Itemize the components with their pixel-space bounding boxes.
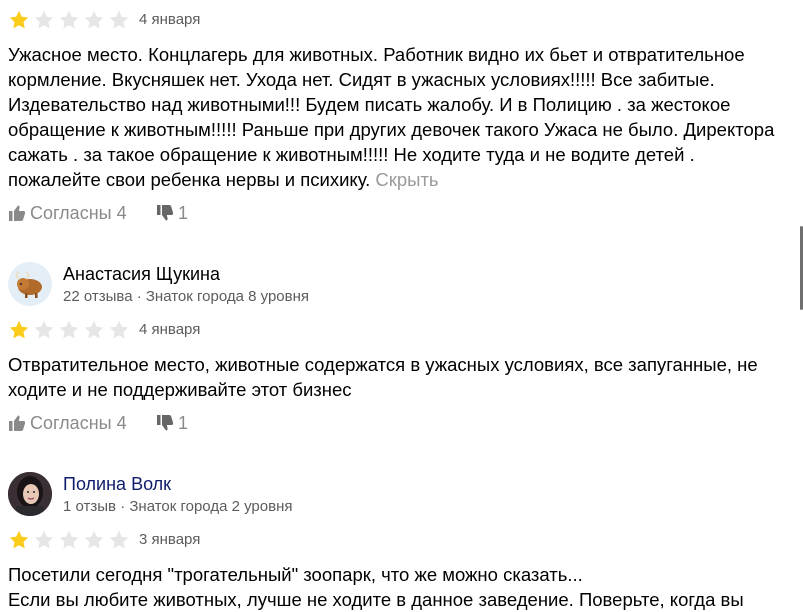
review-date: 3 января xyxy=(139,531,201,548)
thumbs-up-icon xyxy=(8,413,30,433)
review-date: 4 января xyxy=(139,11,201,28)
star-empty-icon xyxy=(108,9,130,31)
author-meta: 22 отзыва · Знаток города 8 уровня xyxy=(63,288,309,305)
disagree-count: 1 xyxy=(178,203,189,223)
review-author[interactable]: Полина Волк xyxy=(63,474,171,494)
review-text: Посетили сегодня "трогательный" зоопарк,… xyxy=(8,562,788,612)
star-empty-icon xyxy=(33,529,55,551)
author-meta: 1 отзыв · Знаток города 2 уровня xyxy=(63,498,293,515)
review-body-cut: Если вы любите животных, лучше не ходите… xyxy=(8,589,744,610)
thumbs-up-icon xyxy=(8,203,30,223)
thumbs-down-icon xyxy=(156,413,178,433)
star-filled-icon xyxy=(8,529,30,551)
review-author[interactable]: Анастасия Щукина xyxy=(63,264,220,284)
star-empty-icon xyxy=(83,319,105,341)
review-text: Отвратительное место, животные содержатс… xyxy=(8,352,788,402)
disagree-button[interactable]: 1 xyxy=(156,203,188,224)
review-body: Посетили сегодня "трогательный" зоопарк,… xyxy=(8,564,583,585)
user-photo-avatar[interactable] xyxy=(8,472,52,516)
disagree-button[interactable]: 1 xyxy=(156,413,188,434)
star-filled-icon xyxy=(8,319,30,341)
star-filled-icon xyxy=(8,9,30,31)
agree-label: Согласны 4 xyxy=(30,203,127,223)
review-actions: Согласны 4 1 xyxy=(8,203,308,225)
star-empty-icon xyxy=(83,529,105,551)
review-actions: Согласны 4 1 xyxy=(8,413,308,435)
rating-row: 3 января xyxy=(8,529,408,553)
star-empty-icon xyxy=(58,529,80,551)
review-header: Анастасия Щукина 22 отзыва · Знаток горо… xyxy=(8,262,708,308)
hide-review-link[interactable]: Скрыть xyxy=(375,169,438,190)
star-empty-icon xyxy=(83,9,105,31)
disagree-count: 1 xyxy=(178,413,189,433)
star-empty-icon xyxy=(58,319,80,341)
rating-stars xyxy=(8,9,133,31)
review-body: Отвратительное место, животные содержатс… xyxy=(8,354,758,400)
agree-button[interactable]: Согласны 4 xyxy=(8,203,127,224)
rating-row: 4 января xyxy=(8,319,408,343)
star-empty-icon xyxy=(108,319,130,341)
star-empty-icon xyxy=(33,9,55,31)
review-date: 4 января xyxy=(139,321,201,338)
agree-button[interactable]: Согласны 4 xyxy=(8,413,127,434)
review-text: Ужасное место. Концлагерь для животных. … xyxy=(8,42,788,192)
agree-label: Согласны 4 xyxy=(30,413,127,433)
star-empty-icon xyxy=(58,9,80,31)
star-empty-icon xyxy=(33,319,55,341)
thumbs-down-icon xyxy=(156,203,178,223)
star-empty-icon xyxy=(108,529,130,551)
rating-stars xyxy=(8,529,133,551)
rating-row: 4 января xyxy=(8,9,408,33)
yak-avatar-icon[interactable] xyxy=(8,262,52,306)
rating-stars xyxy=(8,319,133,341)
review-header: Полина Волк 1 отзыв · Знаток города 2 ур… xyxy=(8,472,708,518)
